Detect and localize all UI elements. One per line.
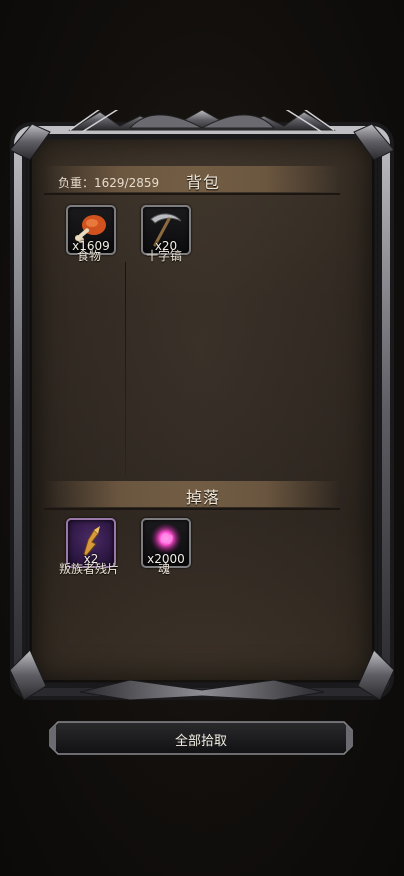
backpack-title: 背包 xyxy=(186,173,221,192)
loot-panel xyxy=(10,110,394,700)
item-name: 十字镐 xyxy=(145,249,182,263)
pickup-all-label: 全部拾取 xyxy=(174,734,227,749)
column-divider xyxy=(125,262,126,477)
divider xyxy=(44,508,340,510)
item-name: 魂 xyxy=(157,562,170,576)
divider xyxy=(44,193,340,195)
ornate-frame xyxy=(10,110,394,700)
drops-title: 掉落 xyxy=(186,488,221,507)
pickup-all-button[interactable]: 全部拾取 xyxy=(48,720,354,756)
weight-label: 负重：1629/2859 xyxy=(58,176,160,190)
